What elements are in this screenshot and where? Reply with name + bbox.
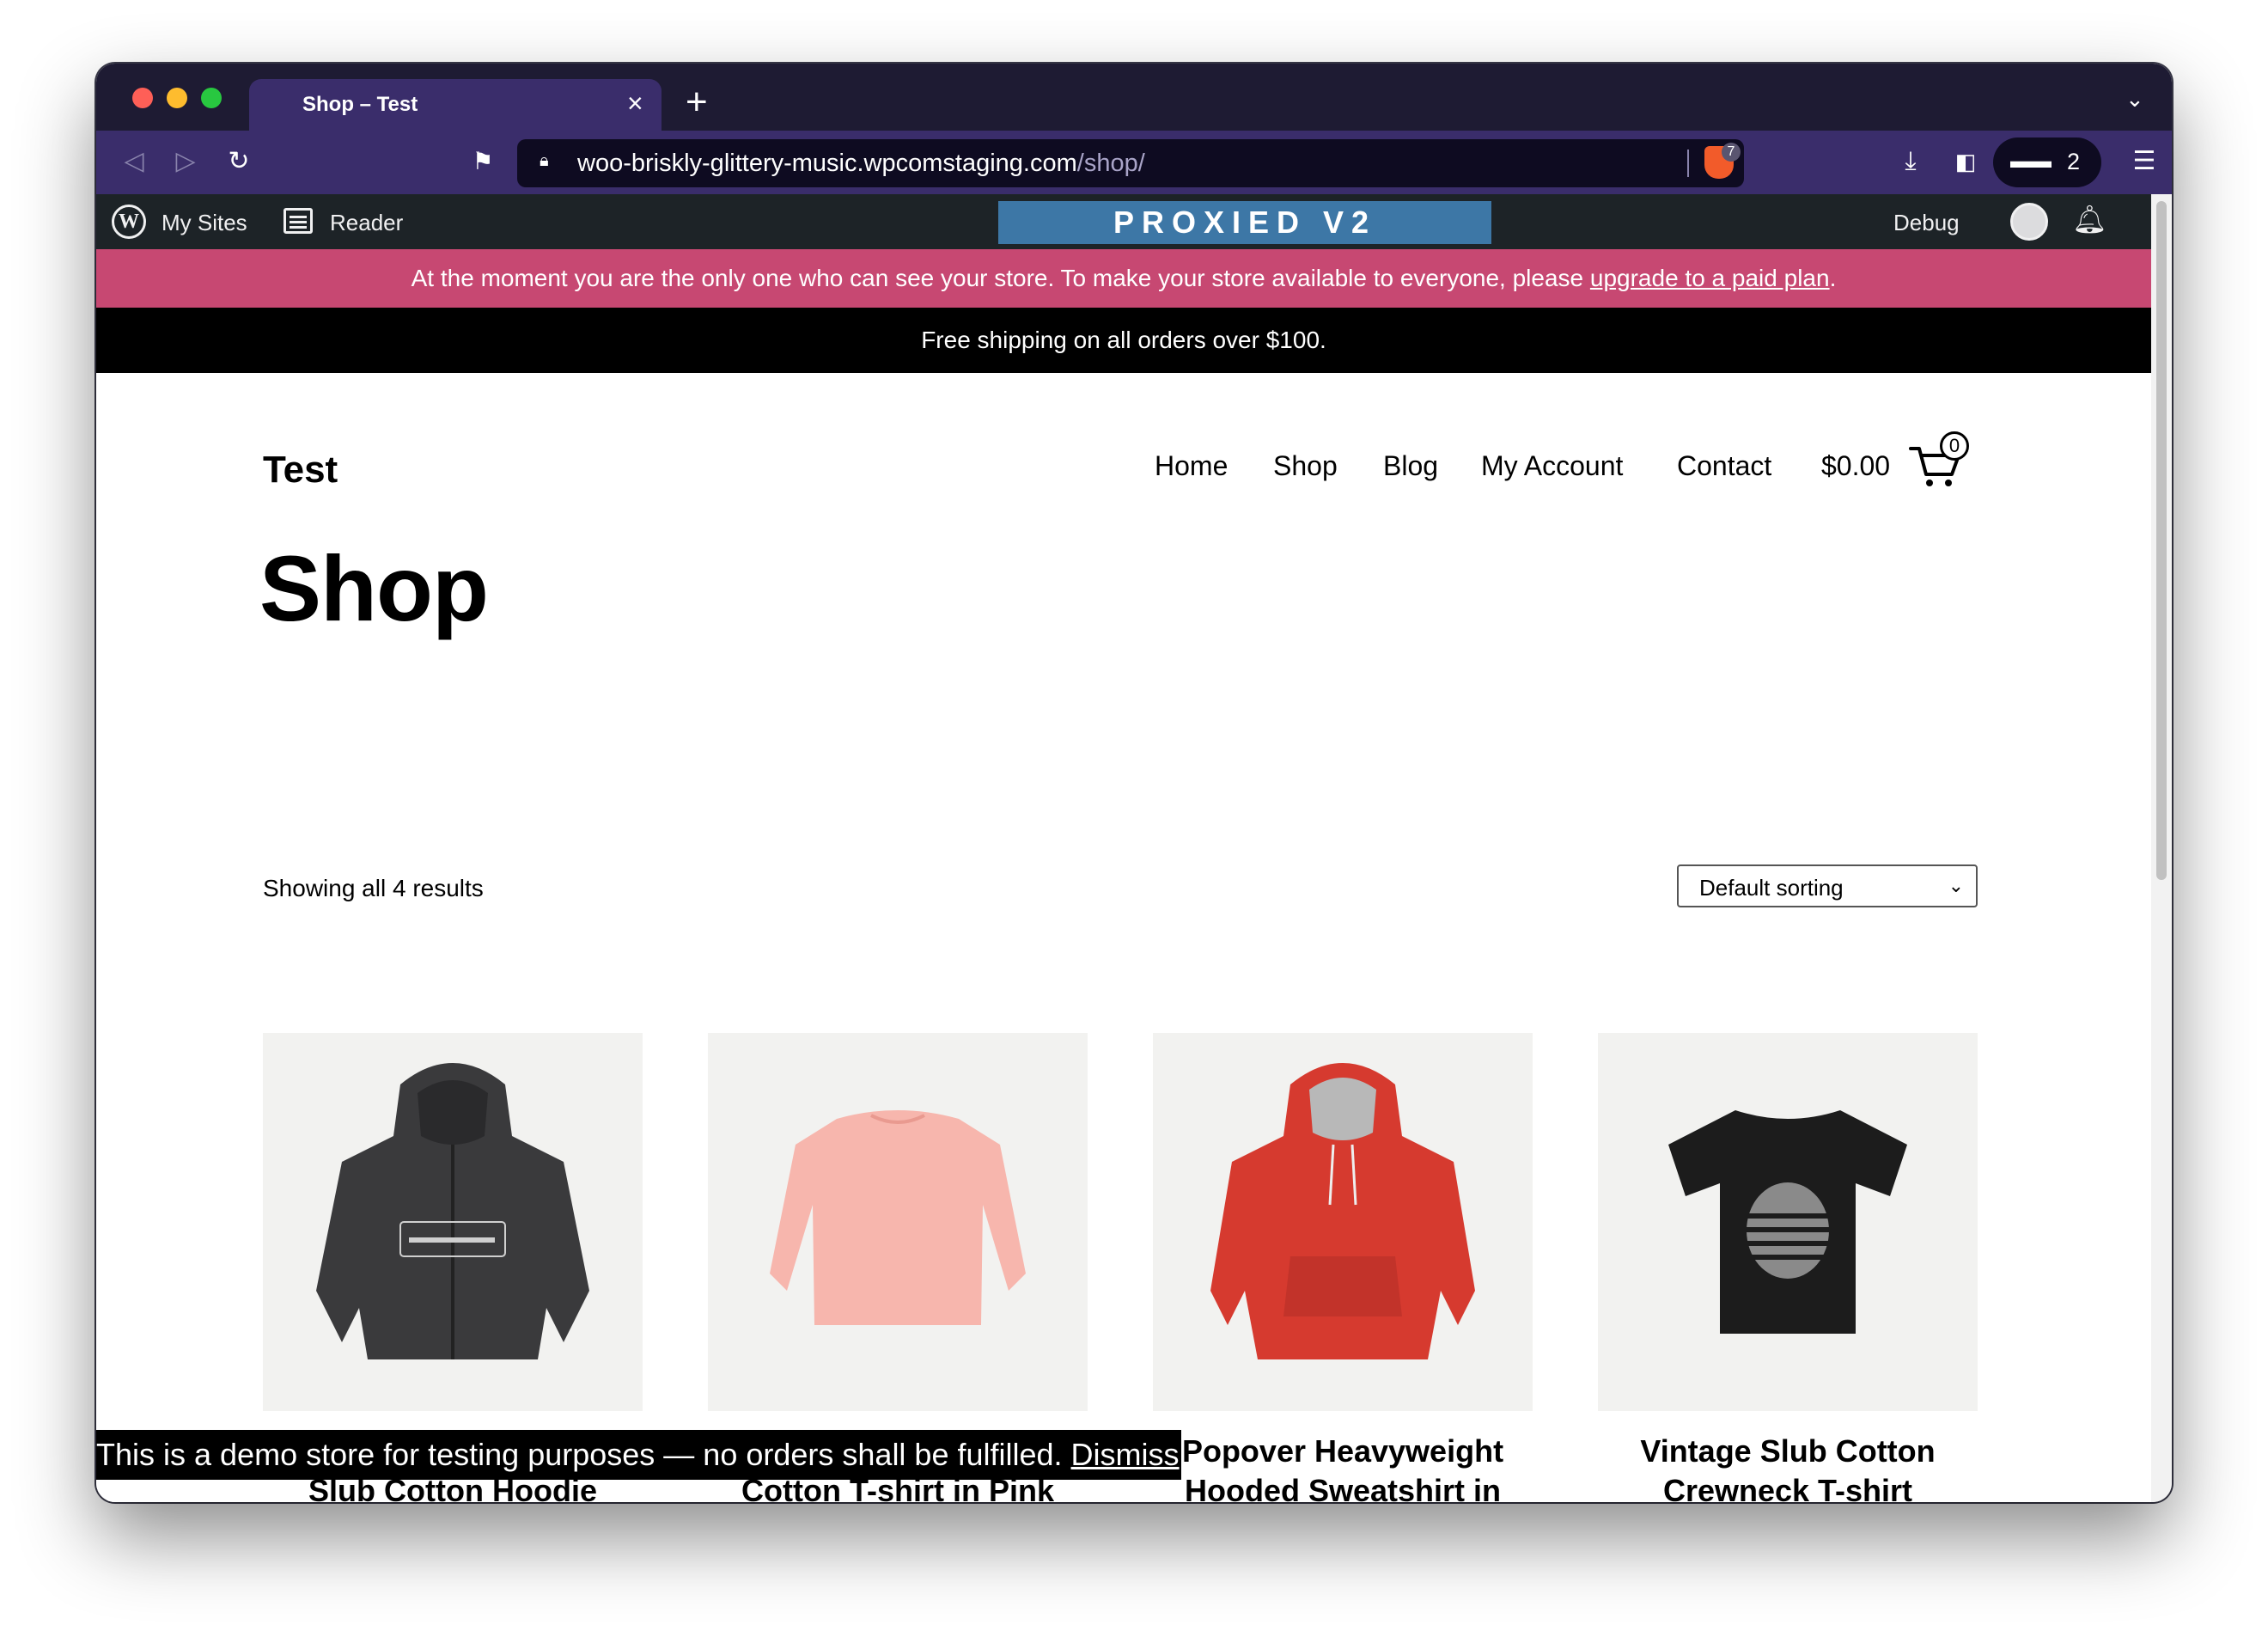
tab-shop[interactable]: Shop – Test × <box>249 79 662 131</box>
private-notice-text: At the moment you are the only one who c… <box>411 265 1590 291</box>
product-image[interactable] <box>1598 1033 1978 1411</box>
page-viewport: W My Sites Reader PROXIED V2 Debug 🔔︎ At… <box>96 194 2151 1502</box>
chevron-down-icon: ⌄ <box>1948 875 1964 896</box>
nav-blog[interactable]: Blog <box>1383 450 1438 482</box>
wp-admin-bar: W My Sites Reader PROXIED V2 Debug 🔔︎ <box>96 194 2151 249</box>
demo-notice-text: This is a demo store for testing purpose… <box>96 1437 1071 1472</box>
sorting-value: Default sorting <box>1699 875 1844 901</box>
url-divider <box>1687 150 1689 177</box>
forward-icon[interactable]: ▷ <box>165 141 206 182</box>
download-icon[interactable]: ⤓ <box>1890 141 1931 182</box>
nav-my-account[interactable]: My Account <box>1481 450 1623 482</box>
product-image[interactable] <box>263 1033 643 1411</box>
dismiss-link[interactable]: Dismiss <box>1071 1437 1180 1472</box>
reader-icon[interactable] <box>284 208 313 234</box>
product-title[interactable]: Vintage Slub Cotton Crewneck T-shirt <box>1598 1432 1978 1502</box>
private-store-notice: At the moment you are the only one who c… <box>96 249 2151 308</box>
result-count: Showing all 4 results <box>263 875 484 901</box>
product-title[interactable]: Popover Heavyweight Hooded Sweatshirt in… <box>1153 1432 1533 1502</box>
url-text[interactable]: woo-briskly-glittery-music.wpcomstaging.… <box>577 150 1145 178</box>
product-image[interactable] <box>1153 1033 1533 1411</box>
minimize-window-button[interactable] <box>167 88 187 108</box>
browser-window: Shop – Test × + ⌄ ◁ ▷ ↻ ⚑ 🔒︎ woo-briskly… <box>96 64 2172 1502</box>
page-title: Shop <box>259 536 489 640</box>
address-bar[interactable]: 🔒︎ woo-briskly-glittery-music.wpcomstagi… <box>517 139 1744 187</box>
new-tab-button[interactable]: + <box>686 82 708 122</box>
page-scrollbar[interactable] <box>2151 194 2172 1502</box>
scrollbar-thumb[interactable] <box>2156 201 2167 880</box>
admin-my-sites[interactable]: My Sites <box>162 210 247 236</box>
sidebar-icon[interactable]: ◧ <box>1945 141 1986 182</box>
cart-count-badge: 0 <box>1940 431 1969 461</box>
back-icon[interactable]: ◁ <box>113 141 155 182</box>
sorting-select[interactable]: Default sorting ⌄ <box>1677 864 1978 907</box>
site-title[interactable]: Test <box>263 449 338 492</box>
zoom-window-button[interactable] <box>201 88 222 108</box>
private-window-pill[interactable]: ▬▬ 2 <box>1993 137 2101 187</box>
shipping-notice: Free shipping on all orders over $100. <box>96 308 2151 373</box>
browser-toolbar: ◁ ▷ ↻ ⚑ 🔒︎ woo-briskly-glittery-music.wp… <box>96 131 2172 194</box>
private-window-count: 2 <box>2067 149 2081 174</box>
lock-icon[interactable]: 🔒︎ <box>540 151 549 171</box>
private-notice-end: . <box>1829 265 1837 291</box>
notifications-bell-icon[interactable]: 🔔︎ <box>2072 203 2107 235</box>
nav-contact[interactable]: Contact <box>1677 450 1771 482</box>
url-path: /shop/ <box>1076 150 1145 177</box>
tab-list-chevron-icon[interactable]: ⌄ <box>2125 86 2144 113</box>
wordpress-logo-icon[interactable]: W <box>112 205 146 239</box>
admin-reader[interactable]: Reader <box>330 210 403 236</box>
close-window-button[interactable] <box>132 88 153 108</box>
reload-icon[interactable]: ↻ <box>218 141 259 182</box>
bookmark-icon[interactable]: ⚑ <box>462 141 503 182</box>
product-image[interactable] <box>708 1033 1088 1411</box>
glasses-icon: ▬▬ <box>2010 150 2052 173</box>
cart-total[interactable]: $0.00 <box>1821 450 1890 482</box>
tab-title: Shop – Test <box>302 93 418 116</box>
nav-shop[interactable]: Shop <box>1273 450 1338 482</box>
tab-close-icon[interactable]: × <box>627 88 643 119</box>
upgrade-link[interactable]: upgrade to a paid plan <box>1590 265 1830 291</box>
shields-count-badge: 7 <box>1722 143 1741 162</box>
avatar[interactable] <box>2010 203 2048 241</box>
url-host: woo-briskly-glittery-music.wpcomstaging.… <box>577 150 1077 177</box>
admin-debug[interactable]: Debug <box>1893 210 1960 236</box>
menu-icon[interactable]: ☰ <box>2124 141 2165 182</box>
nav-home[interactable]: Home <box>1155 450 1228 482</box>
proxied-indicator[interactable]: PROXIED V2 <box>998 201 1491 244</box>
demo-store-notice: This is a demo store for testing purpose… <box>96 1430 1181 1480</box>
tab-strip: Shop – Test × + ⌄ <box>96 64 2172 131</box>
